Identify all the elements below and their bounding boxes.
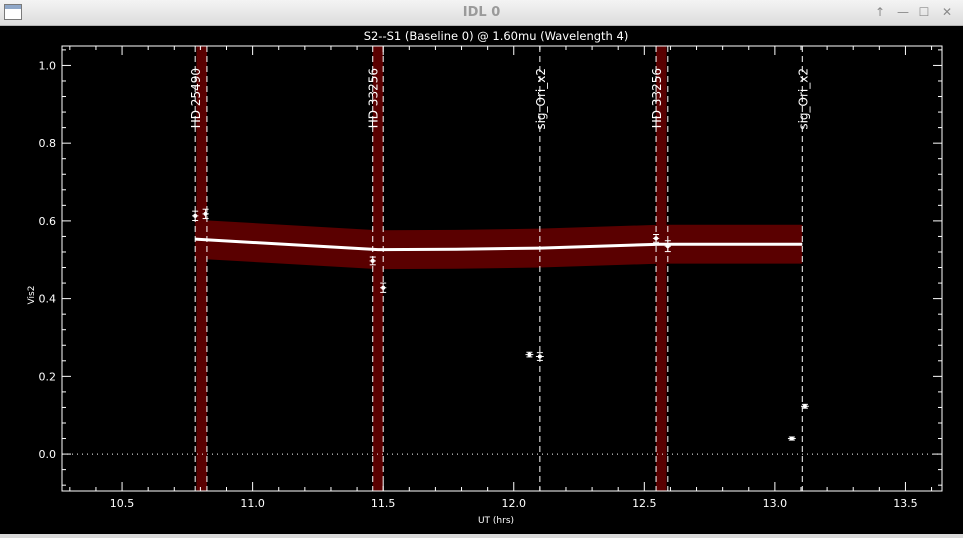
vis2-chart: HD 25490 HD 33256 sig_Ori_x2 HD 33256 sig_Or… (27, 29, 943, 526)
data-point-5 (535, 352, 544, 361)
marker-label-0: HD 25490 (189, 68, 203, 128)
y-tick-label: 0.8 (39, 137, 57, 150)
y-tick-label: 0.6 (39, 215, 57, 228)
minimize-icon[interactable]: — (893, 3, 913, 21)
close-icon[interactable]: ✕ (937, 3, 957, 21)
marker-label-4: sig_Ori_x2 (796, 68, 810, 130)
window-title: IDL 0 (462, 5, 501, 20)
y-tick-label: 0.4 (39, 293, 57, 306)
data-point-marker (203, 211, 208, 216)
y-axis-label: Vis2 (27, 286, 37, 305)
y-tick-label: 0.2 (39, 370, 57, 383)
data-point-marker (381, 285, 386, 290)
marker-label-3: HD 33256 (650, 68, 664, 128)
x-tick-label: 12.0 (502, 497, 527, 510)
window-titlebar: IDL 0 ↑ — ☐ ✕ (0, 0, 963, 26)
data-point-marker (789, 436, 794, 441)
plot-area: HD 25490 HD 33256 sig_Ori_x2 HD 33256 sig_Or… (0, 26, 963, 534)
x-tick-label: 11.5 (371, 497, 396, 510)
x-tick-label: 11.0 (240, 497, 265, 510)
x-axis-label: UT (hrs) (478, 516, 514, 526)
data-point-marker (193, 213, 198, 218)
x-tick-label: 13.5 (893, 497, 918, 510)
x-tick-label: 12.5 (632, 497, 657, 510)
data-point-4 (525, 351, 534, 358)
data-point-marker (654, 236, 659, 241)
x-tick-label: 10.5 (110, 497, 135, 510)
marker-label-2: sig_Ori_x2 (534, 68, 548, 130)
y-tick-label: 0.0 (39, 448, 57, 461)
data-point-marker (527, 352, 532, 357)
data-point-marker (665, 244, 670, 249)
maximize-icon[interactable]: ☐ (914, 3, 934, 21)
chart-title: S2--S1 (Baseline 0) @ 1.60mu (Wavelength… (364, 29, 629, 43)
x-tick-label: 13.0 (763, 497, 788, 510)
marker-label-1: HD 33256 (367, 68, 381, 128)
data-point-marker (370, 258, 375, 263)
data-point-marker (802, 404, 807, 409)
data-point-8 (787, 436, 796, 441)
keep-above-icon[interactable]: ↑ (870, 3, 890, 21)
y-tick-label: 1.0 (39, 59, 57, 72)
data-point-marker (537, 354, 542, 359)
